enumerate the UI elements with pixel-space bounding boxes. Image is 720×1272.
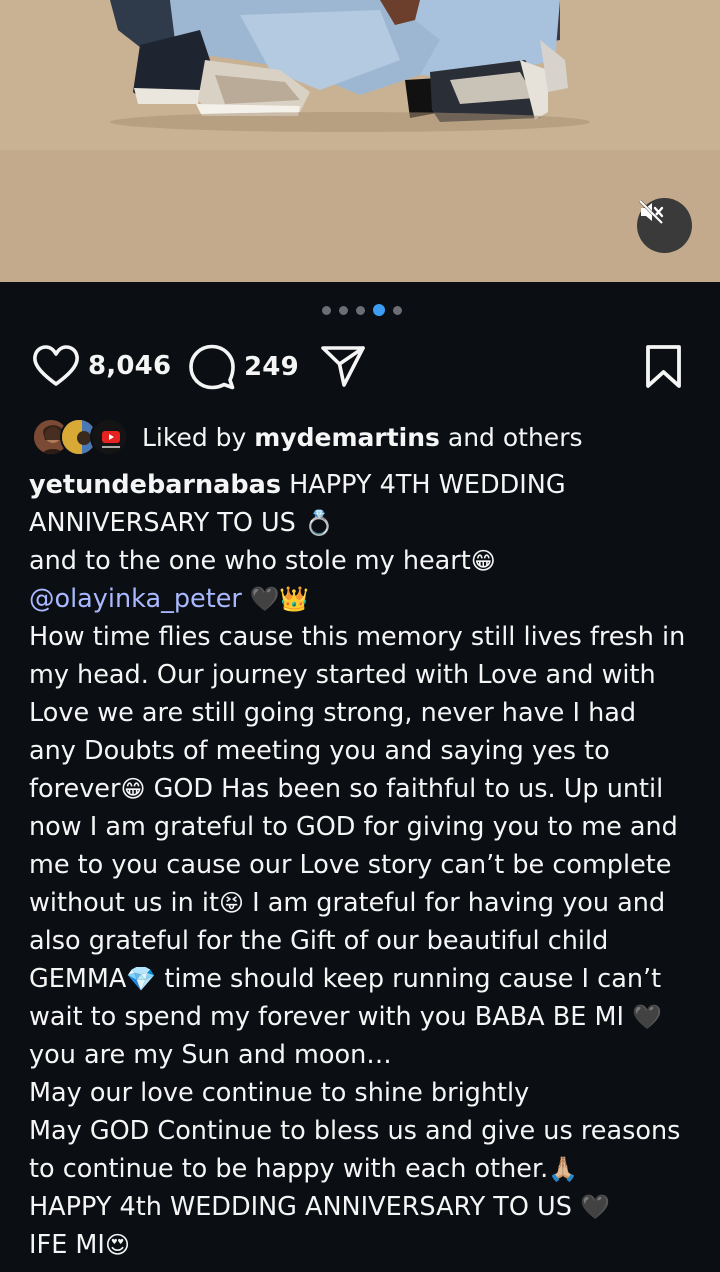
carousel-dot bbox=[356, 305, 365, 315]
gem-emoji: 💎 bbox=[126, 965, 157, 993]
caption-line: May our love continue to shine brightly bbox=[29, 1078, 530, 1108]
caption-line: you are my Sun and moon… bbox=[29, 1040, 392, 1070]
caption-line: forever😁 GOD Has been so faithful to us.… bbox=[29, 770, 699, 808]
black-heart-emoji: 🖤 bbox=[580, 1193, 610, 1221]
liked-by-prefix: Liked by bbox=[142, 422, 255, 452]
heart-crown-emoji: 🖤👑 bbox=[241, 585, 310, 613]
liked-by-suffix[interactable]: and others bbox=[440, 423, 583, 452]
black-heart-emoji: 🖤 bbox=[632, 1003, 662, 1031]
carousel-dot-active bbox=[373, 304, 385, 316]
carousel-dot bbox=[339, 305, 348, 315]
caption-line: @olayinka_peter 🖤👑 bbox=[29, 580, 699, 618]
caption-text: time should keep running cause I can’t bbox=[156, 964, 662, 994]
ring-emoji: 💍 bbox=[303, 509, 334, 537]
share-button[interactable] bbox=[320, 344, 366, 388]
caption-line: ANNIVERSARY TO US 💍 bbox=[29, 504, 699, 542]
caption-line: me to you cause our Love story can’t be … bbox=[29, 850, 672, 880]
heart-eyes-emoji: 😍 bbox=[104, 1231, 130, 1259]
caption-line: GEMMA💎 time should keep running cause I … bbox=[29, 960, 699, 998]
speech-bubble-icon bbox=[189, 344, 235, 390]
carousel-indicator bbox=[0, 304, 720, 316]
liker-avatars[interactable] bbox=[32, 416, 130, 458]
liker-username[interactable]: mydemartins bbox=[254, 423, 440, 452]
grin-emoji: 😁 bbox=[120, 775, 146, 803]
bookmark-icon bbox=[646, 345, 681, 388]
post-media[interactable] bbox=[0, 0, 720, 282]
grin-emoji: 😁 bbox=[470, 547, 496, 575]
caption-line: May GOD Continue to bless us and give us… bbox=[29, 1116, 681, 1146]
carousel-dot bbox=[322, 305, 331, 315]
caption-text: ANNIVERSARY TO US bbox=[29, 508, 304, 538]
post-action-bar: 8,046 249 bbox=[32, 344, 688, 392]
caption-line: any Doubts of meeting you and saying yes… bbox=[29, 736, 610, 766]
liked-by-row[interactable]: Liked by mydemartins and others bbox=[32, 416, 583, 458]
caption-text: IFE MI bbox=[29, 1230, 105, 1260]
caption-line: and to the one who stole my heart😁 bbox=[29, 542, 699, 580]
caption-text: wait to spend my forever with you BABA B… bbox=[29, 1002, 633, 1032]
caption-line: How time flies cause this memory still l… bbox=[29, 622, 686, 652]
caption-line: to continue to be happy with each other.… bbox=[29, 1150, 699, 1188]
paper-plane-icon bbox=[321, 346, 365, 387]
caption-line: HAPPY 4th WEDDING ANNIVERSARY TO US 🖤 bbox=[29, 1188, 699, 1226]
caption-text: forever bbox=[29, 774, 121, 804]
caption-username[interactable]: yetundebarnabas bbox=[29, 470, 281, 500]
save-button[interactable] bbox=[644, 344, 684, 390]
mute-button[interactable] bbox=[637, 198, 692, 253]
caption-line: wait to spend my forever with you BABA B… bbox=[29, 998, 699, 1036]
caption-text: HAPPY 4TH WEDDING bbox=[281, 470, 566, 500]
caption-text: I am grateful for having you and bbox=[244, 888, 666, 918]
tongue-emoji: 😝 bbox=[218, 889, 244, 917]
carousel-dot bbox=[393, 305, 402, 315]
caption-text: HAPPY 4th WEDDING ANNIVERSARY TO US bbox=[29, 1192, 581, 1222]
avatar[interactable] bbox=[90, 418, 128, 456]
likes-count[interactable]: 8,046 bbox=[88, 351, 171, 381]
caption-line: yetundebarnabas HAPPY 4TH WEDDING bbox=[29, 466, 699, 504]
liked-by-text: Liked by mydemartins and others bbox=[142, 423, 583, 452]
caption-text: without us in it bbox=[29, 888, 219, 918]
caption-line: IFE MI😍 bbox=[29, 1226, 699, 1264]
like-button[interactable]: 8,046 bbox=[32, 344, 171, 388]
caption-text: and to the one who stole my heart bbox=[29, 546, 471, 576]
praying-hands-emoji: 🙏🏼 bbox=[548, 1155, 579, 1183]
post-caption: yetundebarnabas HAPPY 4TH WEDDING ANNIVE… bbox=[29, 466, 699, 1264]
caption-line: without us in it😝 I am grateful for havi… bbox=[29, 884, 699, 922]
photo-illustration bbox=[0, 0, 720, 282]
comments-count[interactable]: 249 bbox=[244, 352, 299, 382]
caption-line: Love we are still going strong, never ha… bbox=[29, 698, 637, 728]
user-mention-link[interactable]: @olayinka_peter bbox=[29, 584, 242, 614]
speaker-muted-icon bbox=[638, 199, 664, 225]
heart-outline-icon bbox=[33, 345, 79, 386]
comment-button[interactable]: 249 bbox=[188, 344, 299, 390]
caption-line: also grateful for the Gift of our beauti… bbox=[29, 926, 609, 956]
caption-text: to continue to be happy with each other. bbox=[29, 1154, 549, 1184]
caption-line: my head. Our journey started with Love a… bbox=[29, 660, 656, 690]
avatar-photo bbox=[92, 420, 126, 454]
caption-line: now I am grateful to GOD for giving you … bbox=[29, 812, 678, 842]
caption-text: GOD Has been so faithful to us. Up until bbox=[145, 774, 664, 804]
caption-text: GEMMA bbox=[29, 964, 127, 994]
